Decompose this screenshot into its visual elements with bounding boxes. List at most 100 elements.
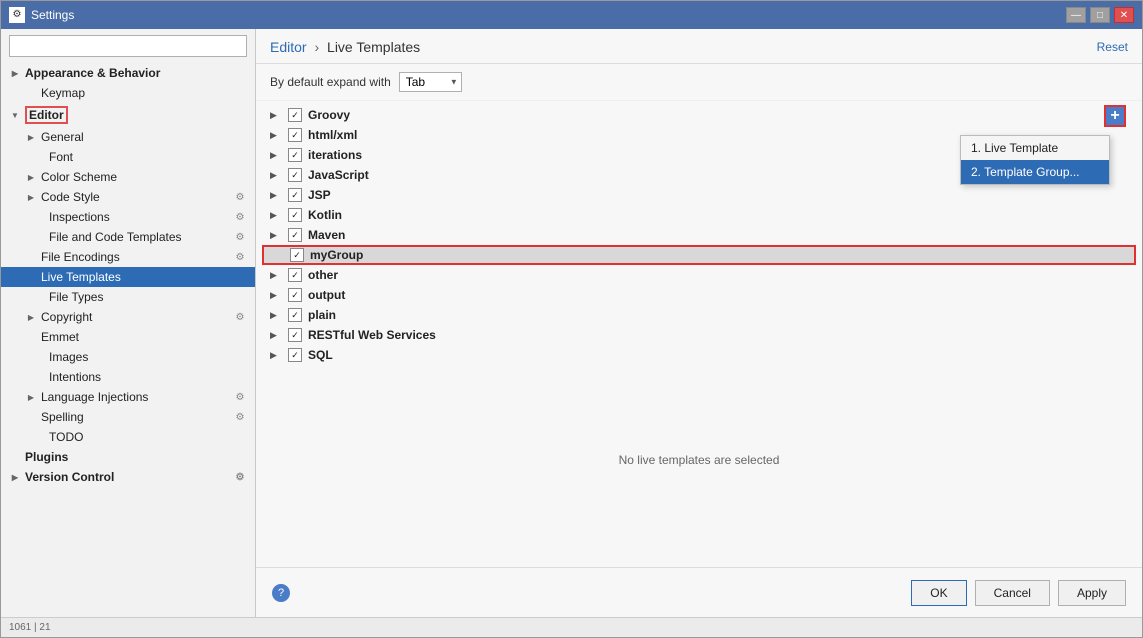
app-icon: ⚙: [9, 7, 25, 23]
sidebar-item-images[interactable]: Images: [1, 347, 255, 367]
expand-arrow-icon: ▶: [270, 310, 284, 321]
group-checkbox[interactable]: [288, 108, 302, 122]
sidebar-item-file-encodings[interactable]: File Encodings ⚙: [1, 247, 255, 267]
statusbar: 1061 | 21: [1, 617, 1142, 637]
dropdown-item-template-group[interactable]: 2. Template Group...: [961, 160, 1109, 184]
expand-arrow-icon: ▶: [270, 170, 284, 181]
template-row-maven[interactable]: ▶ Maven: [256, 225, 1142, 245]
sidebar-item-live-templates[interactable]: Live Templates: [1, 267, 255, 287]
expand-arrow-icon: ▶: [9, 471, 21, 483]
reset-button[interactable]: Reset: [1097, 40, 1128, 54]
breadcrumb-section: Live Templates: [327, 39, 420, 55]
sidebar-label: Version Control: [25, 470, 114, 484]
expand-arrow-placeholder: [25, 87, 37, 99]
dropdown-item-live-template[interactable]: 1. Live Template: [961, 136, 1109, 160]
template-row-kotlin[interactable]: ▶ Kotlin: [256, 205, 1142, 225]
expand-arrow-placeholder: [33, 371, 45, 383]
group-checkbox[interactable]: [288, 208, 302, 222]
sidebar-item-emmet[interactable]: Emmet: [1, 327, 255, 347]
expand-arrow-placeholder: [33, 151, 45, 163]
group-checkbox[interactable]: [290, 248, 304, 262]
sidebar-item-editor[interactable]: ▼ Editor: [1, 103, 255, 127]
sidebar-item-appearance[interactable]: ▶ Appearance & Behavior: [1, 63, 255, 83]
help-button[interactable]: ?: [272, 584, 290, 602]
group-checkbox[interactable]: [288, 348, 302, 362]
sidebar-item-spelling[interactable]: Spelling ⚙: [1, 407, 255, 427]
expand-row: By default expand with Tab Space Enter: [256, 64, 1142, 101]
breadcrumb-separator: ›: [314, 39, 319, 55]
template-row-mygroup[interactable]: myGroup: [262, 245, 1136, 265]
group-checkbox[interactable]: [288, 308, 302, 322]
close-button[interactable]: ✕: [1114, 7, 1134, 23]
template-row-restful[interactable]: ▶ RESTful Web Services: [256, 325, 1142, 345]
template-row-groovy[interactable]: ▶ Groovy: [256, 105, 1142, 125]
window-title: Settings: [31, 8, 1066, 22]
sidebar-item-code-style[interactable]: ▶ Code Style ⚙: [1, 187, 255, 207]
expand-arrow-icon: ▶: [270, 350, 284, 361]
expand-arrow-icon: ▶: [25, 131, 37, 143]
group-label: RESTful Web Services: [308, 328, 436, 342]
sidebar-label: Color Scheme: [41, 170, 117, 184]
sidebar-label: Plugins: [25, 450, 68, 464]
group-label: Maven: [308, 228, 345, 242]
main-panel: Editor › Live Templates Reset By default…: [256, 29, 1142, 617]
sidebar-item-general[interactable]: ▶ General: [1, 127, 255, 147]
sidebar-label: Appearance & Behavior: [25, 66, 160, 80]
sidebar-item-language-injections[interactable]: ▶ Language Injections ⚙: [1, 387, 255, 407]
expand-arrow-placeholder: [25, 271, 37, 283]
expand-arrow-icon: ▶: [270, 130, 284, 141]
group-label: plain: [308, 308, 336, 322]
template-row-sql[interactable]: ▶ SQL: [256, 345, 1142, 365]
template-row-other[interactable]: ▶ other: [256, 265, 1142, 285]
sidebar-label: File and Code Templates: [49, 230, 182, 244]
expand-arrow-icon: ▶: [9, 67, 21, 79]
group-checkbox[interactable]: [288, 328, 302, 342]
sidebar-item-keymap[interactable]: Keymap: [1, 83, 255, 103]
expand-arrow-placeholder: [33, 351, 45, 363]
gear-icon: ⚙: [233, 230, 247, 244]
sidebar-label: Language Injections: [41, 390, 148, 404]
sidebar-label: Images: [49, 350, 88, 364]
group-label: output: [308, 288, 345, 302]
group-checkbox[interactable]: [288, 148, 302, 162]
group-checkbox[interactable]: [288, 288, 302, 302]
template-row-output[interactable]: ▶ output: [256, 285, 1142, 305]
sidebar-item-copyright[interactable]: ▶ Copyright ⚙: [1, 307, 255, 327]
sidebar-item-intentions[interactable]: Intentions: [1, 367, 255, 387]
sidebar-item-version-control[interactable]: ▶ Version Control ⚙: [1, 467, 255, 487]
expand-arrow-placeholder: [33, 431, 45, 443]
group-checkbox[interactable]: [288, 188, 302, 202]
expand-select[interactable]: Tab Space Enter: [399, 72, 462, 92]
sidebar-label: Editor: [25, 106, 68, 124]
breadcrumb-editor: Editor: [270, 39, 307, 55]
sidebar-item-font[interactable]: Font: [1, 147, 255, 167]
template-row-jsp[interactable]: ▶ JSP: [256, 185, 1142, 205]
group-checkbox[interactable]: [288, 228, 302, 242]
cancel-button[interactable]: Cancel: [975, 580, 1050, 606]
group-checkbox[interactable]: [288, 168, 302, 182]
sidebar-item-color-scheme[interactable]: ▶ Color Scheme: [1, 167, 255, 187]
group-checkbox[interactable]: [288, 268, 302, 282]
sidebar-item-file-types[interactable]: File Types: [1, 287, 255, 307]
expand-arrow-placeholder: [25, 411, 37, 423]
sidebar-item-file-code-templates[interactable]: File and Code Templates ⚙: [1, 227, 255, 247]
expand-arrow-icon: ▶: [270, 150, 284, 161]
sidebar-item-plugins[interactable]: Plugins: [1, 447, 255, 467]
sidebar-label: Intentions: [49, 370, 101, 384]
apply-button[interactable]: Apply: [1058, 580, 1126, 606]
group-checkbox[interactable]: [288, 128, 302, 142]
gear-icon: ⚙: [233, 470, 247, 484]
maximize-button[interactable]: □: [1090, 7, 1110, 23]
sidebar-label: Keymap: [41, 86, 85, 100]
ok-button[interactable]: OK: [911, 580, 966, 606]
sidebar-label: Emmet: [41, 330, 79, 344]
expand-arrow-icon: ▶: [270, 270, 284, 281]
sidebar-item-inspections[interactable]: Inspections ⚙: [1, 207, 255, 227]
sidebar-item-todo[interactable]: TODO: [1, 427, 255, 447]
expand-arrow-icon: ▶: [25, 191, 37, 203]
search-input[interactable]: [9, 35, 247, 57]
gear-icon: ⚙: [233, 410, 247, 424]
template-row-plain[interactable]: ▶ plain: [256, 305, 1142, 325]
minimize-button[interactable]: —: [1066, 7, 1086, 23]
expand-select-wrapper: Tab Space Enter: [399, 72, 462, 92]
